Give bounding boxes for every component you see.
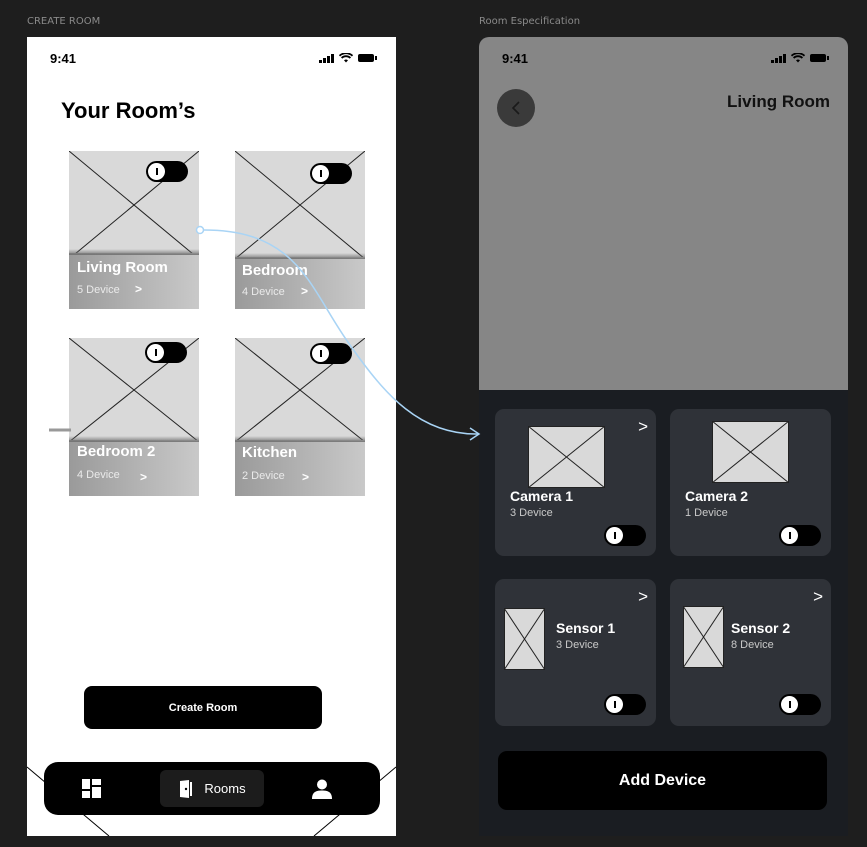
user-icon — [312, 779, 332, 799]
nav-rooms-label: Rooms — [204, 781, 246, 796]
device-name: Camera 2 — [685, 488, 749, 504]
nav-profile[interactable] — [310, 762, 334, 815]
image-placeholder-icon — [504, 608, 545, 670]
chevron-right-icon: > — [140, 470, 148, 484]
room-name: Bedroom 2 — [77, 443, 156, 460]
device-toggle[interactable] — [779, 525, 821, 546]
frame-label-room-spec: Room Especification — [479, 16, 581, 27]
device-count: 4 Device — [77, 469, 120, 481]
device-count: 3 Device — [510, 507, 553, 519]
signal-icon — [319, 53, 334, 63]
room-toggle[interactable] — [310, 343, 352, 364]
chevron-right-icon: > — [135, 282, 143, 296]
add-device-button[interactable]: Add Device — [498, 751, 827, 810]
device-count: 3 Device — [556, 639, 599, 651]
device-name: Sensor 1 — [556, 620, 616, 636]
room-name: Living Room — [77, 259, 168, 276]
device-card-sensor-2[interactable]: > Sensor 2 8 Device — [670, 579, 831, 726]
image-placeholder-icon — [683, 606, 724, 668]
nav-dashboard[interactable] — [82, 762, 101, 815]
back-button[interactable] — [497, 89, 535, 127]
wifi-icon — [339, 53, 353, 63]
device-count: 2 Device — [242, 470, 285, 482]
device-count: 1 Device — [685, 507, 728, 519]
device-card-camera-1[interactable]: > Camera 1 3 Device — [495, 409, 656, 556]
bottom-nav: Rooms — [44, 762, 380, 815]
frame-label-create-room: CREATE ROOM — [27, 16, 101, 27]
chevron-right-icon: > — [813, 587, 823, 606]
battery-icon — [358, 54, 377, 62]
room-card-living-room[interactable]: Living Room 5 Device > — [69, 151, 199, 309]
status-time: 9:41 — [502, 51, 529, 66]
room-title: Living Room — [727, 92, 830, 111]
device-count: 4 Device — [242, 286, 285, 298]
dashboard-icon — [82, 779, 101, 798]
status-time: 9:41 — [50, 51, 77, 66]
signal-icon — [771, 53, 786, 63]
chevron-right-icon: > — [301, 284, 309, 298]
device-toggle[interactable] — [779, 694, 821, 715]
room-card-bedroom[interactable]: Bedroom 4 Device > — [235, 151, 365, 309]
room-name: Bedroom — [242, 262, 308, 279]
nav-rooms[interactable]: Rooms — [160, 770, 264, 807]
room-toggle[interactable] — [145, 342, 187, 363]
image-placeholder-icon — [712, 421, 789, 483]
battery-icon — [810, 54, 829, 62]
device-toggle[interactable] — [604, 525, 646, 546]
create-room-screen: 9:41 Your Room’s Living Room 5 Device > … — [27, 37, 396, 836]
chevron-right-icon: > — [638, 417, 648, 436]
room-card-kitchen[interactable]: Kitchen 2 Device > — [235, 338, 365, 496]
device-count: 8 Device — [731, 639, 774, 651]
chevron-right-icon: > — [302, 470, 310, 484]
room-name: Kitchen — [242, 444, 298, 461]
device-card-sensor-1[interactable]: > Sensor 1 3 Device — [495, 579, 656, 726]
device-count: 5 Device — [77, 284, 120, 296]
chevron-left-icon — [511, 101, 520, 115]
device-name: Sensor 2 — [731, 620, 791, 636]
room-hero-image — [479, 37, 848, 390]
wifi-icon — [791, 53, 805, 63]
status-bar: 9:41 — [27, 37, 396, 77]
image-placeholder-icon — [528, 426, 605, 488]
page-title: Your Room’s — [61, 98, 196, 123]
device-toggle[interactable] — [604, 694, 646, 715]
chevron-right-icon: > — [638, 587, 648, 606]
room-card-bedroom-2[interactable]: Bedroom 2 4 Device > — [69, 338, 199, 496]
status-bar: 9:41 — [479, 37, 848, 77]
device-name: Camera 1 — [510, 488, 574, 504]
room-toggle[interactable] — [310, 163, 352, 184]
create-room-button[interactable]: Create Room — [84, 686, 322, 729]
room-toggle[interactable] — [146, 161, 188, 182]
room-spec-screen: 9:41 Living Room > Camera 1 3 Device Cam… — [479, 37, 848, 836]
device-card-camera-2[interactable]: Camera 2 1 Device — [670, 409, 831, 556]
door-icon — [180, 779, 193, 798]
